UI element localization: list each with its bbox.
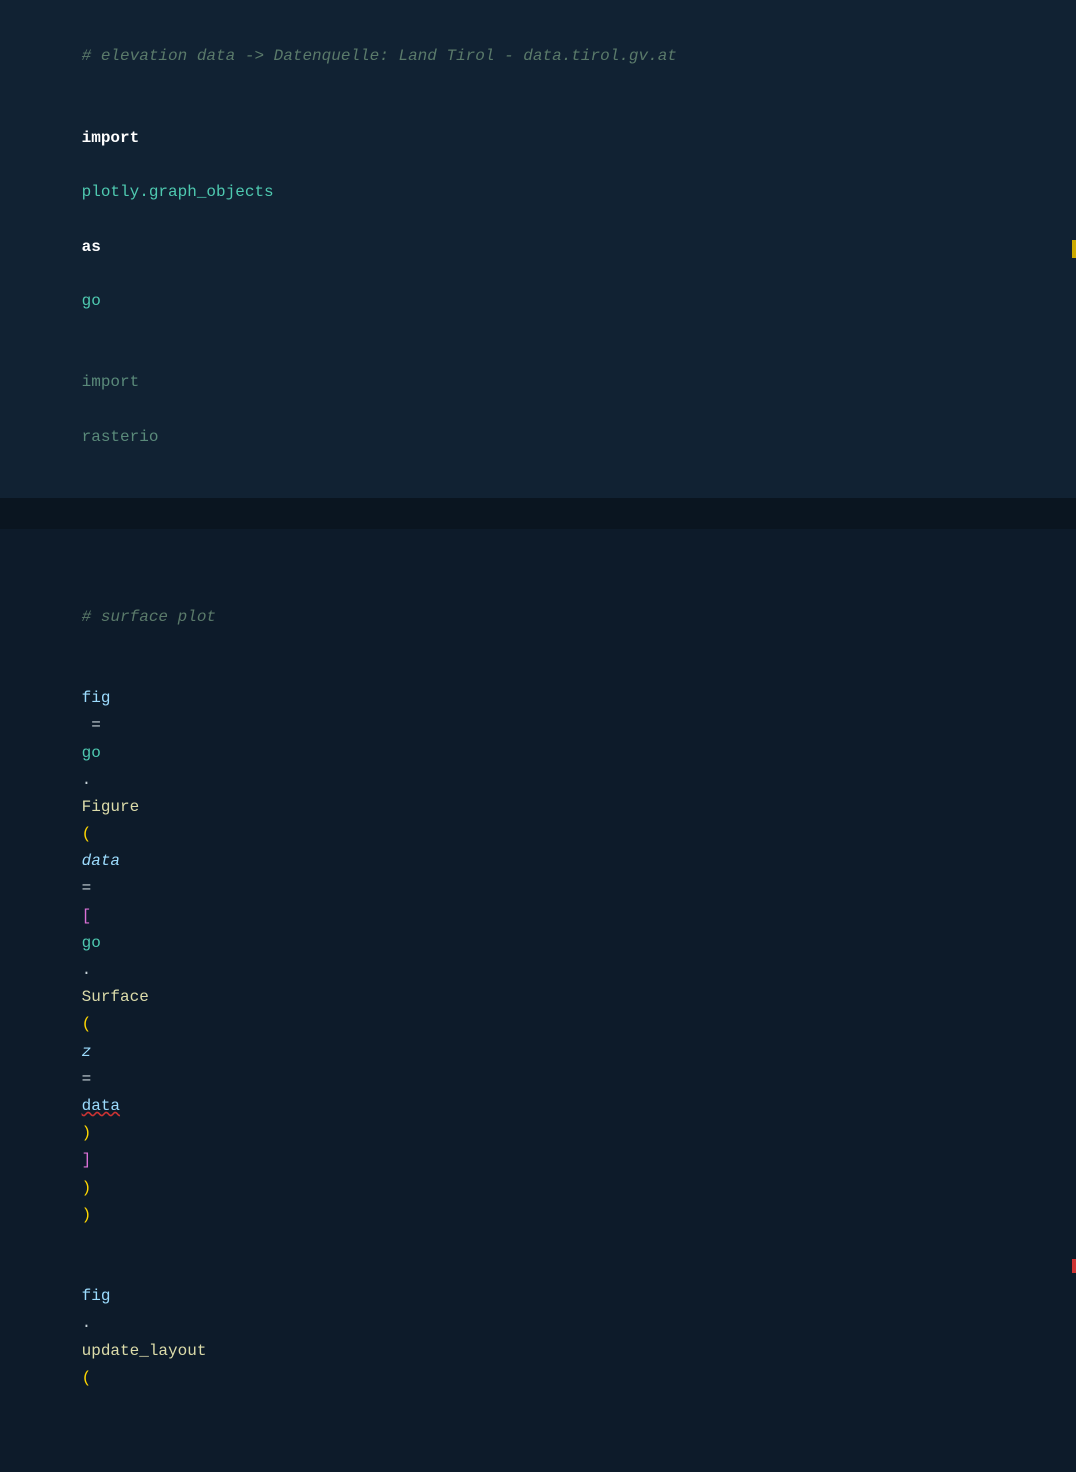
z-param: z: [82, 1043, 92, 1061]
paren-close-extra: ): [82, 1206, 92, 1224]
paren-open-2: (: [82, 1015, 92, 1033]
figure-func: Figure: [82, 798, 140, 816]
eq-2: =: [82, 1070, 92, 1088]
fig-update-line: fig . update_layout (: [16, 1256, 1076, 1419]
paren-close-1: ): [82, 1179, 92, 1197]
indent-spaces: [82, 1450, 120, 1468]
data-param: data: [82, 852, 120, 870]
fig-var-2: fig: [82, 1287, 111, 1305]
fig-var: fig: [82, 689, 111, 707]
cell-divider: [0, 501, 1076, 529]
eq-1: =: [82, 879, 92, 897]
comment-line-1: # elevation data -> Datenquelle: Land Ti…: [16, 16, 1076, 98]
bracket-open: [: [82, 907, 92, 925]
update-layout-func: update_layout: [82, 1342, 207, 1360]
import-keyword-1: import: [82, 129, 140, 147]
scroll-indicator-yellow: [1072, 240, 1076, 258]
space-4: [82, 401, 92, 419]
dot-3: .: [82, 1314, 92, 1332]
go-module-1: go: [82, 744, 101, 762]
code-editor: # elevation data -> Datenquelle: Land Ti…: [0, 0, 1076, 736]
dot-1: .: [82, 771, 92, 789]
paren-open-3: (: [82, 1369, 92, 1387]
go-module-2: go: [82, 934, 101, 952]
import-keyword-2: import: [82, 373, 140, 391]
paren-close-2: ): [82, 1124, 92, 1142]
assign-op: =: [82, 716, 111, 734]
space-1: [82, 156, 92, 174]
surface-comment-line: # surface plot: [16, 576, 1076, 658]
cell-2: # surface plot fig = go . Figure ( data …: [0, 529, 1076, 1472]
space-2: [82, 210, 92, 228]
scroll-indicator-red: [1072, 1259, 1076, 1273]
paren-open-1: (: [82, 825, 92, 843]
module-go: go: [82, 292, 101, 310]
surface-func: Surface: [82, 988, 149, 1006]
import-plotly-line: import plotly.graph_objects as go: [16, 98, 1076, 343]
module-plotly: plotly.graph_objects: [82, 183, 274, 201]
import-rasterio-line: import rasterio: [16, 342, 1076, 478]
as-keyword: as: [82, 238, 101, 256]
dot-2: .: [82, 961, 92, 979]
fig-assign-line: fig = go . Figure ( data = [ go . Surfac…: [16, 658, 1076, 1256]
surface-comment-text: # surface plot: [82, 608, 216, 626]
blank-line: [16, 549, 1076, 576]
comment-text-1: # elevation data -> Datenquelle: Land Ti…: [82, 47, 677, 65]
space-3: [82, 265, 92, 283]
bracket-close: ]: [82, 1151, 92, 1169]
data-var-underline: data: [82, 1097, 120, 1115]
cell-1: # elevation data -> Datenquelle: Land Ti…: [0, 0, 1076, 501]
module-rasterio: rasterio: [82, 428, 159, 446]
update-args-line: title = "Lattenspitze" , legend_title = …: [16, 1419, 1076, 1472]
